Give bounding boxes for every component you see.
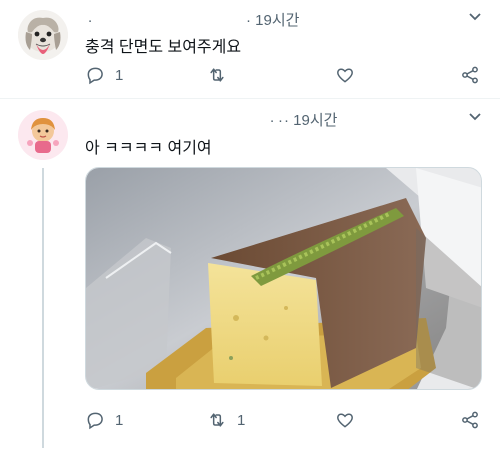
heart-icon: [337, 68, 353, 83]
retweet-icon: [210, 68, 224, 82]
tweet-divider: [0, 98, 500, 99]
tweet-2[interactable]: . . · 19시간 아 ㅋㅋㅋㅋ 여기여 1 1: [0, 100, 500, 453]
retweet-button[interactable]: [207, 65, 237, 85]
reply-button[interactable]: 1: [85, 410, 123, 430]
tweet-1[interactable]: . · 19시간 충격 단면도 보여주게요 1: [0, 0, 500, 95]
heart-icon: [337, 413, 353, 428]
character-avatar-icon[interactable]: [18, 110, 68, 160]
reply-count: 1: [115, 411, 124, 429]
retweet-button[interactable]: 1: [207, 410, 245, 430]
tweet-text: 아 ㅋㅋㅋㅋ 여기여: [85, 140, 212, 157]
chevron-down-icon[interactable]: [467, 108, 483, 127]
share-icon: [462, 66, 478, 84]
cake-photo-icon: [86, 168, 481, 389]
retweet-icon: [210, 413, 224, 427]
dog-avatar-icon[interactable]: [18, 10, 68, 60]
reply-count: 1: [115, 66, 124, 84]
share-icon: [462, 411, 478, 429]
tweet-timestamp[interactable]: · 19시간: [284, 109, 337, 130]
tweet-actions: 1: [85, 65, 485, 87]
author-name[interactable]: . .: [270, 109, 283, 126]
tweet-text: 충격 단면도 보여주게요: [85, 39, 242, 56]
tweet-actions: 1 1: [85, 410, 485, 432]
chevron-down-icon[interactable]: [467, 8, 483, 27]
share-button[interactable]: [460, 65, 480, 85]
author-name[interactable]: .: [88, 9, 92, 26]
retweet-count: 1: [237, 411, 246, 429]
reply-icon: [87, 67, 103, 85]
reply-button[interactable]: 1: [85, 65, 123, 85]
share-button[interactable]: [460, 410, 480, 430]
thread-line: [42, 168, 44, 448]
reply-icon: [87, 412, 103, 430]
timestamp-text[interactable]: 19시간: [293, 112, 337, 129]
like-button[interactable]: [335, 410, 365, 430]
like-button[interactable]: [335, 65, 365, 85]
tweet-header: .: [88, 9, 98, 26]
tweet-photo[interactable]: [85, 167, 482, 390]
tweet-timestamp[interactable]: · 19시간: [246, 9, 299, 30]
timestamp-text[interactable]: 19시간: [255, 12, 299, 29]
